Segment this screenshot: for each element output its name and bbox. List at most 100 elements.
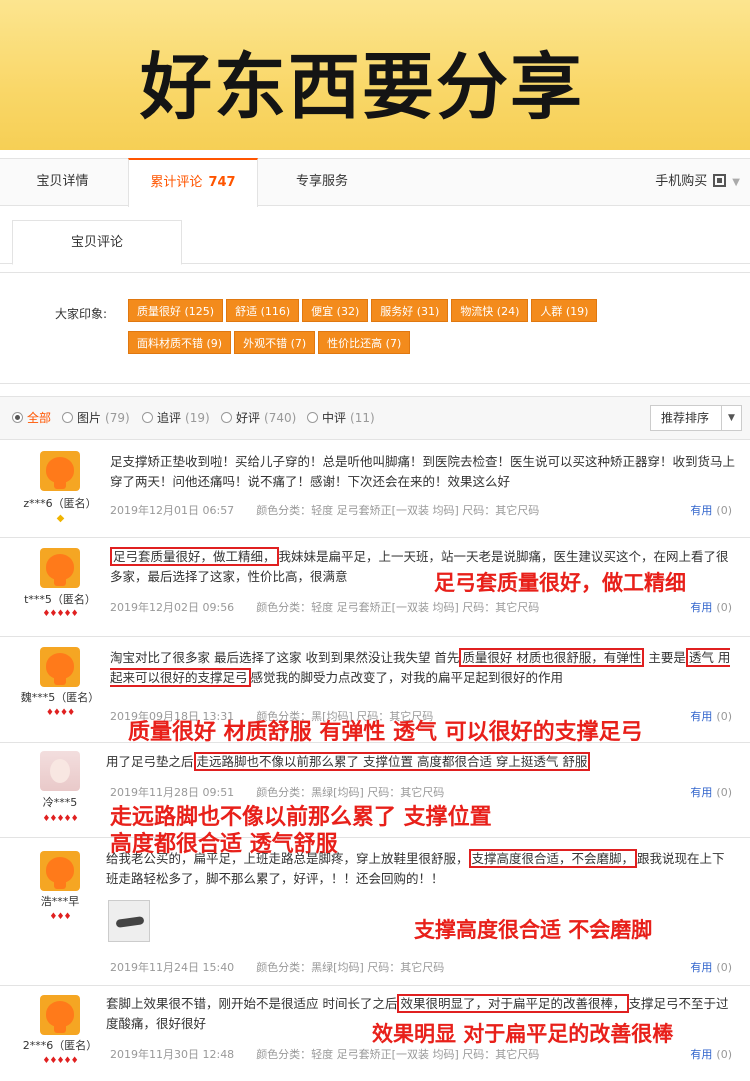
review-text-part: 用了足弓垫之后: [106, 754, 194, 769]
review-username: 冷***5: [42, 796, 78, 809]
impression-tag[interactable]: 舒适 (116): [226, 299, 300, 322]
useful-count: (0): [716, 961, 732, 974]
filter-mid-label: 中评: [322, 411, 347, 425]
review-filter-bar: 全部 图片 (79) 追评 (19) 好评 (740) 中评 (11) 推荐排序 ▼: [0, 396, 750, 440]
review-meta: 2019年11月30日 12:48 颜色分类：轻度 足弓套矫正[一双装 均码] 尺…: [110, 1046, 539, 1062]
review-date: 2019年12月01日 06:57: [110, 504, 235, 517]
highlight-box: 质量很好 材质也很舒服，有弹性: [459, 648, 645, 667]
highlight-box: 足弓套质量很好，做工精细，: [110, 547, 279, 566]
review-date: 2019年11月28日 09:51: [110, 786, 235, 799]
filter-pic-radio[interactable]: 图片 (79): [62, 409, 130, 426]
impressions-label: 大家印象:: [55, 307, 108, 321]
impression-tag[interactable]: 面料材质不错 (9): [128, 331, 232, 354]
filter-pic-count: (79): [105, 411, 130, 425]
review-meta: 2019年12月01日 06:57 颜色分类：轻度 足弓套矫正[一双装 均码] 尺…: [110, 502, 539, 518]
avatar[interactable]: [40, 647, 80, 687]
filter-good-label: 好评: [236, 411, 261, 425]
filter-good-radio[interactable]: 好评 (740): [221, 409, 296, 426]
review-spec: 颜色分类：黑绿[均码] 尺码：其它尺码: [256, 786, 445, 799]
chevron-down-icon: ▼: [732, 177, 740, 188]
impression-tag[interactable]: 物流快 (24): [451, 299, 529, 322]
tab-service[interactable]: 专享服务: [262, 159, 382, 206]
tab-item-reviews[interactable]: 宝贝评论: [12, 220, 182, 265]
review-spec: 颜色分类：轻度 足弓套矫正[一双装 均码] 尺码：其它尺码: [256, 504, 540, 517]
review-subtabs: 宝贝评论: [0, 220, 750, 265]
review-text-part: 主要是: [644, 650, 686, 665]
avatar[interactable]: [40, 851, 80, 891]
impression-tag[interactable]: 服务好 (31): [371, 299, 449, 322]
review-spec: 颜色分类：黑绿[均码] 尺码：其它尺码: [256, 961, 445, 974]
tab-reviews-count: 747: [208, 175, 236, 190]
impression-tag[interactable]: 性价比还高 (7): [318, 331, 411, 354]
review-text: 足支撑矫正垫收到啦！买给儿子穿的！总是听他叫脚痛！到医院去检查！医生说可以买这种…: [110, 454, 736, 489]
highlight-box: 效果很明显了，对于扁平足的改善很棒，: [397, 994, 629, 1013]
useful-count: (0): [716, 786, 732, 799]
tab-reviews[interactable]: 累计评论 747: [128, 158, 258, 207]
filter-pic-label: 图片: [77, 411, 102, 425]
impression-tags-row-2: 面料材质不错 (9) 外观不错 (7) 性价比还高 (7): [128, 331, 413, 354]
useful-count: (0): [716, 504, 732, 517]
tab-details[interactable]: 宝贝详情: [0, 159, 125, 206]
avatar-image: [40, 995, 80, 1035]
useful-control: 有用 (0): [690, 1046, 732, 1062]
useful-button[interactable]: 有用: [690, 961, 712, 974]
avatar[interactable]: [40, 548, 80, 588]
useful-button[interactable]: 有用: [690, 786, 712, 799]
useful-button[interactable]: 有用: [690, 601, 712, 614]
review-username: t***5（匿名）: [24, 593, 96, 606]
impression-tag[interactable]: 质量很好 (125): [128, 299, 224, 322]
filter-append-radio[interactable]: 追评 (19): [142, 409, 210, 426]
sort-dropdown[interactable]: 推荐排序 ▼: [650, 405, 742, 431]
review-spec: 颜色分类：轻度 足弓套矫正[一双装 均码] 尺码：其它尺码: [256, 1048, 540, 1061]
review-text-part: 给我老公买的，扁平足，上班走路总是脚疼，穿上放鞋里很舒服，: [106, 851, 469, 866]
filter-append-label: 追评: [157, 411, 182, 425]
banner-title: 好东西要分享: [140, 45, 585, 129]
review-meta: 2019年11月28日 09:51 颜色分类：黑绿[均码] 尺码：其它尺码: [110, 784, 444, 800]
radio-selected-icon: [12, 412, 23, 423]
avatar-image: [40, 548, 80, 588]
member-level-icon: ♦♦♦♦: [45, 708, 75, 718]
member-level-icon: ♦♦♦♦♦: [42, 609, 78, 619]
impression-tag[interactable]: 便宜 (32): [302, 299, 369, 322]
filter-mid-radio[interactable]: 中评 (11): [307, 409, 375, 426]
mobile-buy-label: 手机购买: [655, 174, 708, 189]
useful-button[interactable]: 有用: [690, 710, 712, 723]
review-spec: 颜色分类：轻度 足弓套矫正[一双装 均码] 尺码：其它尺码: [256, 601, 540, 614]
review-text-part: 感觉我的脚受力点改变了，对我的扁平足起到很好的作用: [250, 670, 564, 685]
useful-count: (0): [716, 710, 732, 723]
caret-down-icon: ▼: [721, 406, 741, 430]
annotation-text: 质量很好 材质舒服 有弹性 透气 可以很好的支撑足弓: [128, 720, 643, 745]
main-tabbar: 宝贝详情 累计评论 747 专享服务 手机购买 ▼: [0, 158, 750, 207]
filter-all-radio[interactable]: 全部: [12, 409, 51, 426]
review-text-part: 套脚上效果很不错，刚开始不是很适应 时间长了之后: [106, 996, 398, 1011]
radio-icon: [221, 412, 232, 423]
review-item: 2***6（匿名） ♦♦♦♦♦ 套脚上效果很不错，刚开始不是很适应 时间长了之后…: [0, 986, 750, 1081]
member-level-icon: ♦♦♦: [49, 912, 71, 922]
avatar[interactable]: [40, 451, 80, 491]
impression-tag[interactable]: 外观不错 (7): [234, 331, 316, 354]
useful-button[interactable]: 有用: [690, 504, 712, 517]
useful-button[interactable]: 有用: [690, 1048, 712, 1061]
mobile-buy-button[interactable]: 手机购买 ▼: [655, 159, 740, 206]
radio-icon: [142, 412, 153, 423]
member-level-icon: ♦♦♦♦♦: [42, 1056, 78, 1066]
avatar-image: [40, 451, 80, 491]
review-item: z***6（匿名） ◆ 足支撑矫正垫收到啦！买给儿子穿的！总是听他叫脚痛！到医院…: [0, 441, 750, 538]
avatar[interactable]: [40, 995, 80, 1035]
avatar[interactable]: [40, 751, 80, 791]
filter-mid-count: (11): [350, 411, 375, 425]
annotation-text: 支撑高度很合适 不会磨脚: [414, 918, 653, 942]
review-username: 魏***5（匿名）: [20, 691, 100, 704]
filter-append-count: (19): [185, 411, 210, 425]
review-username: z***6（匿名）: [23, 497, 97, 510]
impression-tags-row-1: 质量很好 (125) 舒适 (116) 便宜 (32) 服务好 (31) 物流快 (24…: [128, 299, 600, 322]
review-date: 2019年12月02日 09:56: [110, 601, 235, 614]
impression-tag[interactable]: 人群 (19): [531, 299, 598, 322]
member-level-icon: ◆: [56, 513, 65, 524]
filter-all-label: 全部: [27, 411, 52, 425]
annotation-text: 足弓套质量很好，做工精细: [434, 571, 686, 595]
review-photo-thumbnail[interactable]: [108, 900, 150, 942]
avatar-image: [40, 647, 80, 687]
review-item: t***5（匿名） ♦♦♦♦♦ 足弓套质量很好，做工精细， 我妹妹是扁平足，上一天…: [0, 538, 750, 637]
highlight-box: 支撑高度很合适，不会磨脚，: [468, 849, 638, 868]
